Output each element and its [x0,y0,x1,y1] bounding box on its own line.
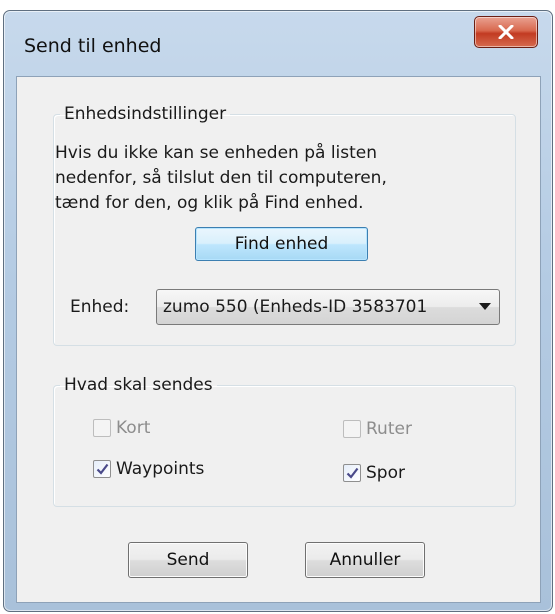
checkbox-box[interactable] [343,420,361,438]
instruction-line: tænd for den, og klik på Find enhed. [55,193,364,213]
close-button[interactable] [474,16,538,48]
check-icon [346,467,358,479]
cancel-button[interactable]: Annuller [305,542,425,578]
checkbox-box[interactable] [343,464,361,482]
device-instructions: Hvis du ikke kan se enheden på listen ne… [55,141,475,216]
checkbox-label: Kort [116,418,151,438]
check-icon [96,463,108,475]
checkbox-kort[interactable]: Kort [93,418,150,438]
checkbox-label: Spor [366,463,405,483]
checkbox-label: Ruter [366,419,412,439]
checkbox-box[interactable] [93,419,111,437]
device-select-value: zumo 550 (Enheds-ID 3583701 [163,297,428,317]
instruction-line: Hvis du ikke kan se enheden på listen [55,143,378,163]
device-label: Enhed: [70,297,130,317]
send-what-group: Hvad skal sendes [53,375,516,507]
close-icon [498,25,514,39]
device-select[interactable]: zumo 550 (Enheds-ID 3583701 [156,289,500,325]
find-device-button[interactable]: Find enhed [195,227,368,261]
send-what-legend: Hvad skal sendes [64,375,213,395]
instruction-line: nedenfor, så tilslut den til computeren, [55,168,387,188]
checkbox-label: Waypoints [116,459,205,479]
checkbox-spor[interactable]: Spor [343,463,405,483]
device-settings-legend: Enhedsindstillinger [64,104,227,124]
checkbox-box[interactable] [93,460,111,478]
window-title: Send til enhed [24,35,162,57]
checkbox-ruter[interactable]: Ruter [343,419,412,439]
send-button[interactable]: Send [128,542,248,578]
checkbox-waypoints[interactable]: Waypoints [93,459,204,479]
chevron-down-icon [479,303,491,310]
